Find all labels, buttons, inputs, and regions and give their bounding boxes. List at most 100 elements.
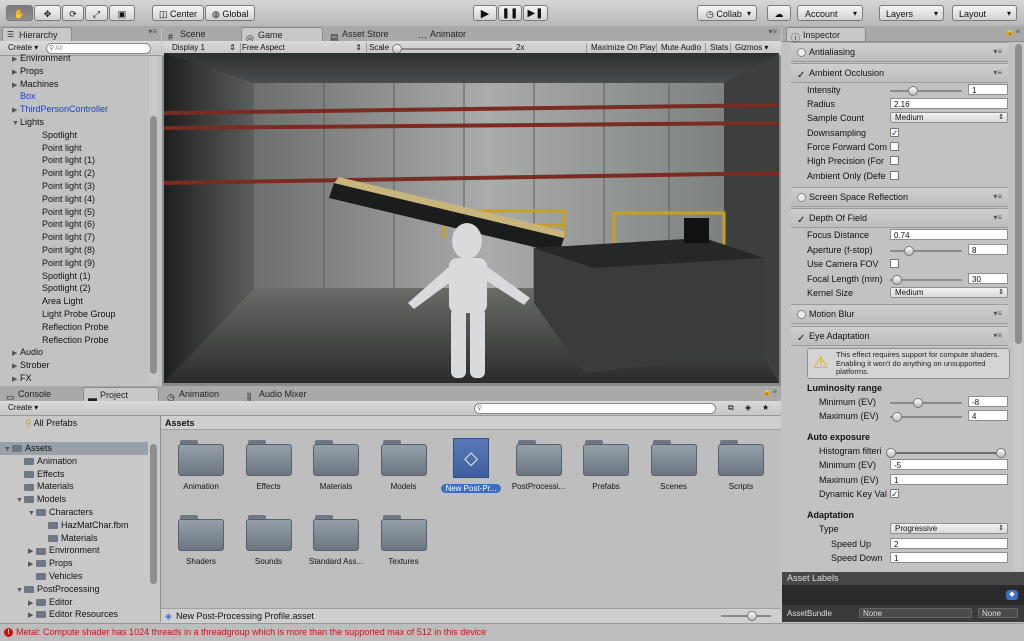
section-antialiasing[interactable]: Antialiasing ▾≡ bbox=[791, 42, 1008, 62]
section-menu-icon[interactable]: ▾≡ bbox=[993, 327, 1002, 345]
dynamic-key-checkbox[interactable]: ✓ bbox=[890, 489, 899, 499]
tab-scene[interactable]: # Scene bbox=[164, 27, 238, 42]
project-tree-scrollbar[interactable] bbox=[149, 442, 158, 592]
project-tree-scroll-thumb[interactable] bbox=[150, 444, 157, 584]
project-tree-item[interactable]: ▶ Editor bbox=[0, 596, 148, 609]
panel-menu-icon[interactable]: ▾≡ bbox=[148, 27, 157, 36]
hierarchy-item[interactable]: ▶ Machines bbox=[12, 78, 147, 91]
dof-aperture-field[interactable]: 8 bbox=[968, 244, 1008, 255]
hierarchy-item[interactable]: Point light (8) bbox=[12, 244, 147, 257]
ao-sample-count-dropdown[interactable]: Medium bbox=[890, 112, 1008, 123]
lum-min-slider[interactable] bbox=[890, 398, 962, 408]
ao-intensity-slider[interactable] bbox=[890, 86, 962, 96]
hierarchy-item[interactable]: ▶ Environment bbox=[12, 52, 147, 65]
dof-camera-fov-checkbox[interactable] bbox=[890, 259, 899, 268]
hierarchy-item[interactable]: Point light (4) bbox=[12, 193, 147, 206]
ao-ambient-only-checkbox[interactable] bbox=[890, 171, 899, 180]
asset-item[interactable]: Prefabs bbox=[576, 440, 636, 491]
tab-project[interactable]: ▬ Project bbox=[83, 387, 159, 403]
asset-item[interactable]: PostProcessi... bbox=[509, 440, 569, 491]
hierarchy-item[interactable]: Point light bbox=[12, 142, 147, 155]
hierarchy-item[interactable]: ▶ Props bbox=[12, 65, 147, 78]
hierarchy-scroll-thumb[interactable] bbox=[150, 116, 157, 374]
enabled-check-icon[interactable]: ✓ bbox=[797, 212, 807, 230]
hierarchy-item[interactable]: Spotlight (2) bbox=[12, 282, 147, 295]
project-breadcrumb[interactable]: Assets bbox=[161, 416, 781, 430]
section-menu-icon[interactable]: ▾≡ bbox=[993, 209, 1002, 227]
layout-dropdown[interactable]: Layout bbox=[952, 5, 1017, 22]
project-tree-item[interactable]: ▼ Characters bbox=[0, 506, 148, 519]
project-tree-item[interactable]: ▶ Environment bbox=[0, 544, 148, 557]
ao-high-precision-checkbox[interactable] bbox=[890, 156, 899, 165]
display-dropdown[interactable]: Display 1 ⇕ bbox=[168, 43, 241, 53]
asset-item[interactable]: Shaders bbox=[171, 515, 231, 566]
filter-type-icon[interactable]: ⧉ bbox=[724, 403, 738, 413]
enabled-check-icon[interactable]: ✓ bbox=[797, 67, 807, 85]
project-tree-item[interactable]: ▶ Editor Resources bbox=[0, 608, 148, 621]
scale-slider[interactable] bbox=[392, 44, 512, 54]
collab-dropdown[interactable]: ◷ Collab bbox=[697, 5, 757, 22]
ao-downsampling-checkbox[interactable]: ✓ bbox=[890, 128, 899, 138]
dof-focal-knob[interactable] bbox=[891, 275, 902, 285]
section-ssr[interactable]: Screen Space Reflection ▾≡ bbox=[791, 187, 1008, 207]
project-tree-item[interactable]: ▶ Props bbox=[0, 557, 148, 570]
thumbnail-size-knob[interactable] bbox=[747, 611, 757, 621]
dof-focal-field[interactable]: 30 bbox=[968, 273, 1008, 284]
project-tree-item[interactable]: Materials bbox=[0, 480, 148, 493]
rect-tool-button[interactable]: ▣ bbox=[109, 5, 135, 21]
section-depth-of-field[interactable]: ✓ Depth Of Field ▾≡ bbox=[791, 208, 1008, 228]
histogram-low-knob[interactable] bbox=[886, 448, 896, 458]
project-create-dropdown[interactable]: Create ▾ bbox=[4, 403, 42, 413]
hierarchy-item[interactable]: Box bbox=[12, 90, 147, 103]
section-ambient-occlusion[interactable]: ✓ Ambient Occlusion ▾≡ bbox=[791, 63, 1008, 83]
section-menu-icon[interactable]: ▾≡ bbox=[993, 305, 1002, 323]
hierarchy-item[interactable]: Area Light bbox=[12, 295, 147, 308]
project-panel-menu-icon[interactable]: 🔒≡ bbox=[762, 387, 777, 396]
hierarchy-scrollbar[interactable] bbox=[149, 56, 158, 383]
hierarchy-item[interactable]: Point light (6) bbox=[12, 218, 147, 231]
tab-game[interactable]: ◎ Game bbox=[241, 27, 323, 43]
hierarchy-item[interactable]: Reflection Probe bbox=[12, 334, 147, 347]
hierarchy-item[interactable]: ▼Lights bbox=[12, 116, 147, 129]
lum-min-field[interactable]: -8 bbox=[968, 396, 1008, 407]
hierarchy-item[interactable]: Point light (9) bbox=[12, 257, 147, 270]
hierarchy-item[interactable]: ▶ ThirdPersonController bbox=[12, 103, 147, 116]
hierarchy-item[interactable]: ▶ Strober bbox=[12, 359, 147, 372]
game-viewport[interactable] bbox=[164, 53, 779, 383]
inspector-lock-icon[interactable]: 🔒≡ bbox=[1005, 27, 1020, 36]
section-menu-icon[interactable]: ▾≡ bbox=[993, 43, 1002, 61]
asset-item[interactable]: Models bbox=[374, 440, 434, 491]
ao-force-forward-checkbox[interactable] bbox=[890, 142, 899, 151]
hierarchy-item[interactable]: Point light (2) bbox=[12, 167, 147, 180]
pivot-global-button[interactable]: ◍ Global bbox=[205, 5, 255, 21]
pause-button[interactable]: ❚❚ bbox=[498, 5, 522, 21]
tab-animation[interactable]: ◷ Animation bbox=[163, 387, 241, 402]
hierarchy-item[interactable]: Point light (7) bbox=[12, 231, 147, 244]
hierarchy-item[interactable]: Light Probe Group bbox=[12, 308, 147, 321]
section-menu-icon[interactable]: ▾≡ bbox=[993, 188, 1002, 206]
hierarchy-item[interactable]: Reflection Probe bbox=[12, 321, 147, 334]
cloud-button[interactable]: ☁ bbox=[767, 5, 791, 21]
gizmos-dropdown[interactable]: Gizmos ▾ bbox=[730, 43, 772, 53]
play-button[interactable]: ▶ bbox=[473, 5, 497, 21]
dof-aperture-slider[interactable] bbox=[890, 246, 962, 256]
hierarchy-item[interactable]: Point light (3) bbox=[12, 180, 147, 193]
section-eye-adaptation[interactable]: ✓ Eye Adaptation ▾≡ bbox=[791, 326, 1008, 346]
favorite-all-prefabs[interactable]: ⚲ All Prefabs bbox=[25, 417, 77, 430]
rotate-tool-button[interactable]: ⟳ bbox=[62, 5, 84, 21]
filter-label-icon[interactable]: ◈ bbox=[741, 403, 755, 413]
game-panel-menu-icon[interactable]: ▾≡ bbox=[768, 27, 777, 36]
layers-dropdown[interactable]: Layers bbox=[879, 5, 944, 22]
scale-tool-button[interactable]: ⤢ bbox=[85, 5, 108, 21]
hand-tool-button[interactable]: ✋ bbox=[6, 5, 33, 21]
hierarchy-item[interactable]: Point light (5) bbox=[12, 206, 147, 219]
asset-item[interactable]: Effects bbox=[239, 440, 299, 491]
asset-item[interactable]: Sounds bbox=[239, 515, 299, 566]
pivot-center-button[interactable]: ◫ Center bbox=[152, 5, 204, 21]
thumbnail-size-slider[interactable] bbox=[721, 611, 771, 621]
project-tree-item[interactable]: Materials bbox=[0, 532, 148, 545]
speed-up-field[interactable]: 2 bbox=[890, 538, 1008, 549]
maximize-on-play-toggle[interactable]: Maximize On Play bbox=[586, 43, 659, 53]
dof-kernel-dropdown[interactable]: Medium bbox=[890, 287, 1008, 298]
account-dropdown[interactable]: Account bbox=[797, 5, 863, 22]
